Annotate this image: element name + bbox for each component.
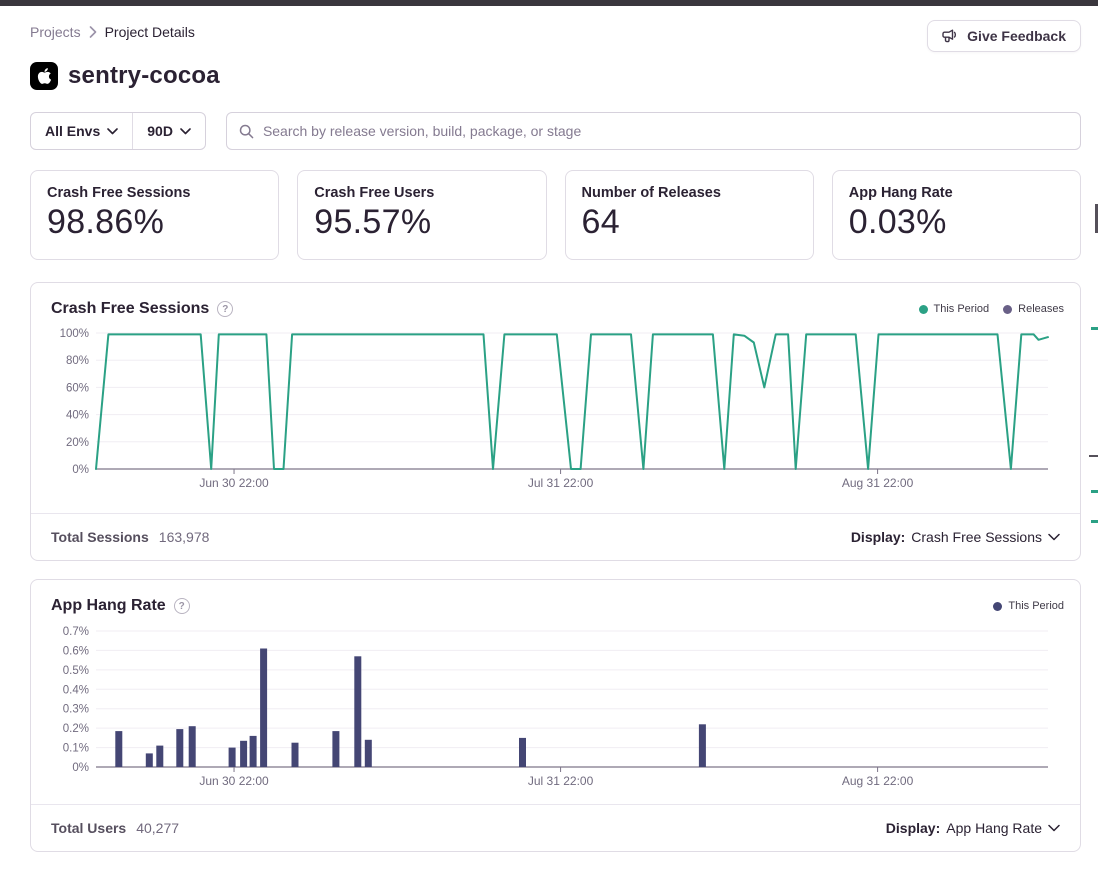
display-label: Display: <box>851 529 905 545</box>
legend-item-this-period[interactable]: This Period <box>993 600 1064 612</box>
cutoff-content-fragment <box>1091 490 1098 493</box>
display-label: Display: <box>886 820 940 836</box>
svg-text:Jul 31 22:00: Jul 31 22:00 <box>528 476 594 490</box>
give-feedback-label: Give Feedback <box>967 28 1066 44</box>
svg-text:60%: 60% <box>66 382 89 394</box>
stat-label: App Hang Rate <box>849 185 1064 201</box>
chart-title: Crash Free Sessions <box>51 300 209 318</box>
svg-text:80%: 80% <box>66 355 89 367</box>
page-filter-bar: All Envs 90D <box>30 112 206 150</box>
total-users-label: Total Users <box>51 820 126 836</box>
svg-text:0.4%: 0.4% <box>63 684 89 696</box>
chevron-right-icon <box>89 26 97 38</box>
svg-text:Jul 31 22:00: Jul 31 22:00 <box>528 774 594 788</box>
page-title: sentry-cocoa <box>68 62 220 90</box>
stat-label: Crash Free Users <box>314 185 529 201</box>
search-icon <box>239 124 254 139</box>
legend-dot-icon <box>1003 305 1012 314</box>
display-selector[interactable]: Display: Crash Free Sessions <box>851 529 1060 545</box>
svg-text:0.1%: 0.1% <box>63 743 89 755</box>
give-feedback-button[interactable]: Give Feedback <box>927 20 1081 52</box>
stat-card-crash-free-users: Crash Free Users 95.57% <box>297 170 546 260</box>
release-search-bar <box>226 112 1081 150</box>
chevron-down-icon <box>1048 824 1060 832</box>
breadcrumb-current: Project Details <box>105 24 195 40</box>
svg-text:Jun 30 22:00: Jun 30 22:00 <box>199 774 269 788</box>
crash-free-sessions-chart[interactable]: 0% 20% 40% 60% 80% 100% Jun 30 22:00 Jul 31 22:… <box>31 325 1080 503</box>
environment-selector-value: All Envs <box>45 123 100 139</box>
stat-card-crash-free-sessions: Crash Free Sessions 98.86% <box>30 170 279 260</box>
svg-text:Aug 31 22:00: Aug 31 22:00 <box>842 774 914 788</box>
date-range-selector[interactable]: 90D <box>133 113 205 149</box>
total-sessions-value: 163,978 <box>159 529 210 545</box>
svg-text:0.5%: 0.5% <box>63 665 89 677</box>
breadcrumb-projects-link[interactable]: Projects <box>30 24 81 40</box>
project-details-page: Projects Project Details Give Feedback s… <box>0 6 1098 852</box>
svg-text:0%: 0% <box>72 464 89 476</box>
chevron-down-icon <box>107 128 118 135</box>
svg-text:Jun 30 22:00: Jun 30 22:00 <box>199 476 269 490</box>
chart-title: App Hang Rate <box>51 597 166 615</box>
help-icon[interactable]: ? <box>174 598 190 614</box>
stat-label: Crash Free Sessions <box>47 185 262 201</box>
chart-legend: This Period Releases <box>919 303 1065 315</box>
stat-value: 0.03% <box>849 203 1064 242</box>
legend-label: This Period <box>934 303 990 315</box>
environment-selector[interactable]: All Envs <box>31 113 132 149</box>
app-hang-rate-chart[interactable]: 0% 0.1% 0.2% 0.3% 0.4% 0.5% 0.6% 0.7% Jun 30 22:… <box>31 622 1080 794</box>
legend-item-this-period[interactable]: This Period <box>919 303 990 315</box>
svg-text:0.2%: 0.2% <box>63 723 89 735</box>
stat-card-app-hang-rate: App Hang Rate 0.03% <box>832 170 1081 260</box>
display-value: App Hang Rate <box>946 820 1042 836</box>
megaphone-icon <box>942 29 959 44</box>
chevron-down-icon <box>1048 533 1060 541</box>
cutoff-content-fragment <box>1091 520 1098 523</box>
stat-value: 95.57% <box>314 203 529 242</box>
legend-item-releases[interactable]: Releases <box>1003 303 1064 315</box>
help-icon[interactable]: ? <box>217 301 233 317</box>
display-value: Crash Free Sessions <box>911 529 1042 545</box>
crash-free-sessions-card: Crash Free Sessions ? This Period Releas… <box>30 282 1081 561</box>
cutoff-content-fragment <box>1091 327 1098 330</box>
svg-text:Aug 31 22:00: Aug 31 22:00 <box>842 476 914 490</box>
stat-label: Number of Releases <box>582 185 797 201</box>
legend-dot-icon <box>919 305 928 314</box>
legend-dot-icon <box>993 602 1002 611</box>
svg-text:0.3%: 0.3% <box>63 704 89 716</box>
legend-label: Releases <box>1018 303 1064 315</box>
apple-platform-icon <box>30 62 58 90</box>
app-hang-rate-card: App Hang Rate ? This Period 0% 0.1% 0.2% 0.… <box>30 579 1081 852</box>
stat-card-number-of-releases: Number of Releases 64 <box>565 170 814 260</box>
cutoff-content-fragment <box>1089 455 1098 457</box>
search-input[interactable] <box>263 123 1068 139</box>
date-range-value: 90D <box>147 123 173 139</box>
total-users-value: 40,277 <box>136 820 179 836</box>
svg-text:0%: 0% <box>72 762 89 774</box>
stat-value: 98.86% <box>47 203 262 242</box>
breadcrumb: Projects Project Details <box>30 24 195 40</box>
svg-text:0.7%: 0.7% <box>63 626 89 638</box>
stat-value: 64 <box>582 203 797 242</box>
svg-text:40%: 40% <box>66 410 89 422</box>
svg-text:100%: 100% <box>60 328 89 340</box>
legend-label: This Period <box>1008 600 1064 612</box>
display-selector[interactable]: Display: App Hang Rate <box>886 820 1060 836</box>
chart-legend: This Period <box>993 600 1064 612</box>
svg-text:20%: 20% <box>66 437 89 449</box>
chevron-down-icon <box>180 128 191 135</box>
svg-text:0.6%: 0.6% <box>63 645 89 657</box>
total-sessions-label: Total Sessions <box>51 529 149 545</box>
